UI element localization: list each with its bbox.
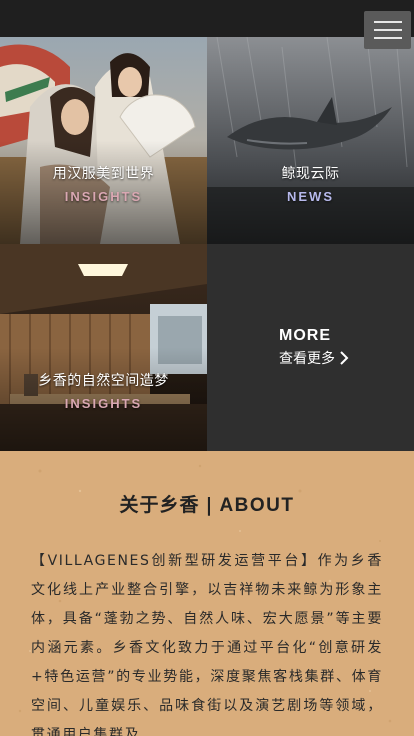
tile-tag: NEWS <box>287 189 334 204</box>
more-title: MORE <box>279 327 331 344</box>
hamburger-icon <box>374 21 402 23</box>
tile-title: 用汉服美到世界 <box>52 166 155 182</box>
tile-title: 鲸现云际 <box>281 166 340 182</box>
tile-hanfu[interactable]: 用汉服美到世界 INSIGHTS <box>0 37 207 244</box>
top-bar <box>0 0 414 37</box>
more-link-label: 查看更多 <box>279 351 335 367</box>
hamburger-icon-line <box>374 29 402 31</box>
whale-photo <box>207 37 414 244</box>
about-text: 【VILLAGENES创新型研发运营平台】作为乡香文化线上产业整合引擎，以吉祥物… <box>31 553 383 736</box>
about-title: 关于乡香 | ABOUT <box>0 490 414 517</box>
about-title-cn: 关于乡香 <box>119 494 200 516</box>
feature-grid: 用汉服美到世界 INSIGHTS 鲸现云际 NEWS 乡香的自然空间造梦 INS… <box>0 37 414 451</box>
tile-interior[interactable]: 乡香的自然空间造梦 INSIGHTS <box>0 244 207 451</box>
hanfu-photo <box>0 37 207 244</box>
tile-tag: INSIGHTS <box>64 189 143 204</box>
more-link[interactable]: 查看更多 <box>279 348 349 368</box>
hamburger-icon-line <box>374 37 402 39</box>
tile-caption: 用汉服美到世界 INSIGHTS <box>0 163 207 204</box>
about-title-separator: | <box>205 494 214 516</box>
tile-caption: 乡香的自然空间造梦 INSIGHTS <box>0 370 207 411</box>
tile-caption: 鲸现云际 NEWS <box>207 163 414 204</box>
about-section: 关于乡香 | ABOUT 【VILLAGENES创新型研发运营平台】作为乡香文化线上… <box>0 451 414 736</box>
menu-button[interactable] <box>364 11 411 49</box>
more-tile[interactable]: MORE 查看更多 <box>207 244 414 451</box>
tile-title: 乡香的自然空间造梦 <box>38 373 169 389</box>
about-title-en: ABOUT <box>219 495 295 516</box>
chevron-right-icon <box>340 351 349 365</box>
interior-photo <box>0 244 207 451</box>
tile-tag: INSIGHTS <box>64 396 143 411</box>
tile-whale[interactable]: 鲸现云际 NEWS <box>207 37 414 244</box>
